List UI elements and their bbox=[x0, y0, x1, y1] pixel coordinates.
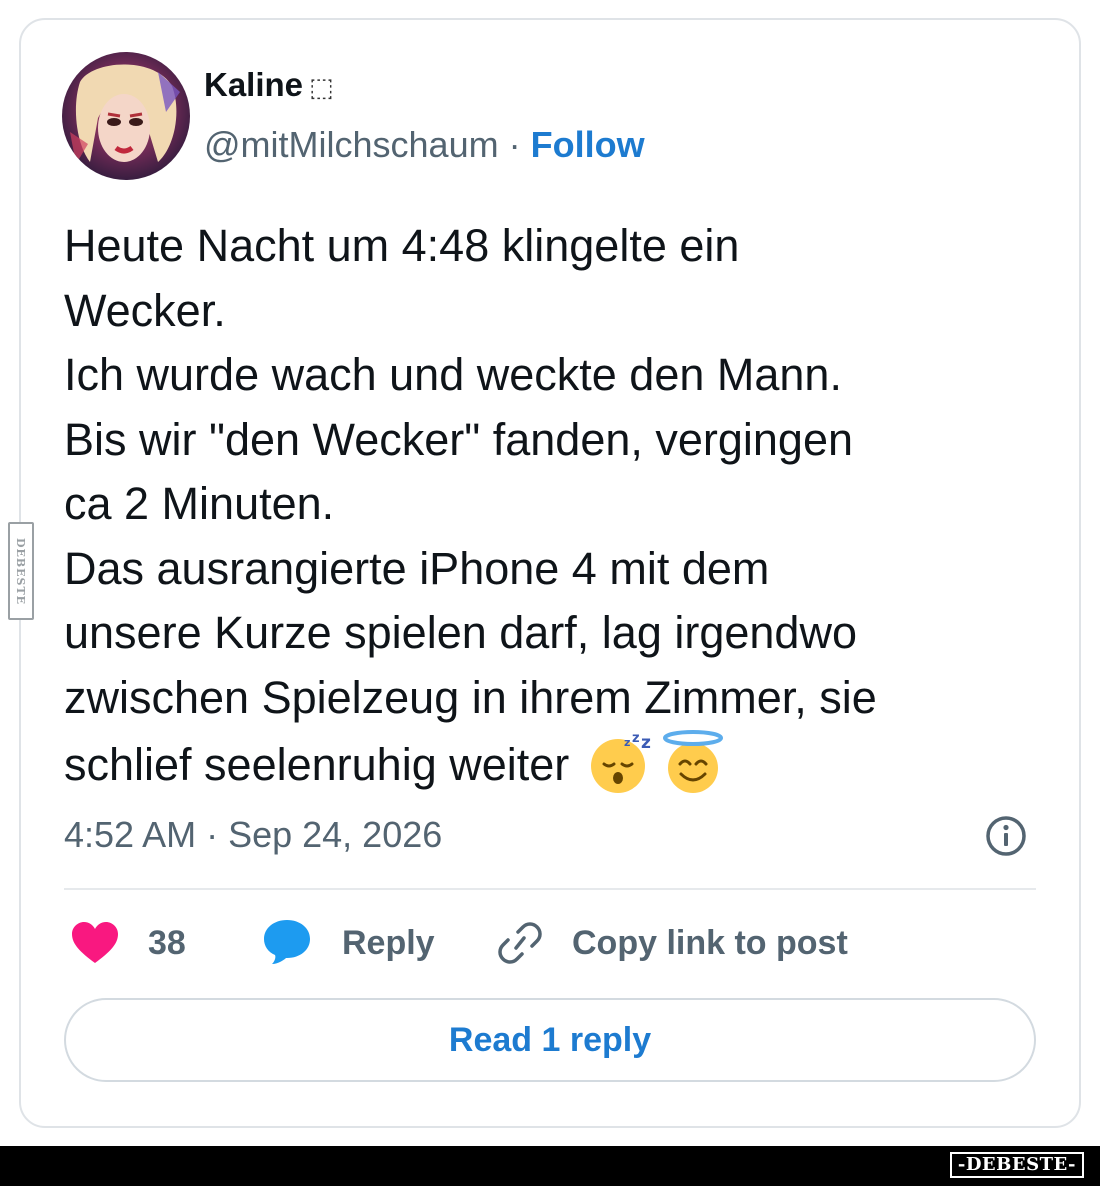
footer-bar: -DEBESTE- bbox=[0, 1146, 1100, 1186]
post-timestamp[interactable]: 4:52 AM · Sep 24, 2026 bbox=[64, 814, 442, 856]
post-text-line: zwischen Spielzeug in ihrem Zimmer, sie bbox=[64, 671, 877, 723]
like-count: 38 bbox=[148, 924, 186, 962]
svg-text:z: z bbox=[632, 731, 640, 746]
follow-link[interactable]: Follow bbox=[531, 124, 645, 165]
avatar-image bbox=[62, 52, 190, 180]
copy-link-button[interactable]: Copy link to post bbox=[496, 918, 876, 968]
post-text-last-line: schlief seelenruhig weiter z z z bbox=[64, 730, 1054, 798]
svg-text:z: z bbox=[641, 733, 651, 753]
handle-separator: · bbox=[508, 124, 521, 165]
smiling-face-with-halo-emoji-icon bbox=[660, 730, 726, 794]
divider bbox=[64, 888, 1036, 890]
copy-link-label: Copy link to post bbox=[572, 924, 848, 962]
sleeping-face-emoji-icon: z z z bbox=[586, 730, 656, 794]
author-avatar[interactable] bbox=[62, 52, 190, 180]
post-text-line: Wecker. bbox=[64, 284, 226, 336]
post-text-line: Heute Nacht um 4:48 klingelte ein bbox=[64, 220, 740, 271]
like-button[interactable]: 38 bbox=[70, 918, 210, 968]
read-replies-label: Read 1 reply bbox=[448, 1020, 652, 1059]
read-replies-button[interactable]: Read 1 reply bbox=[64, 998, 1036, 1082]
author-handle-row: @mitMilchschaum · Follow bbox=[204, 124, 645, 166]
reply-button[interactable]: Reply bbox=[262, 918, 452, 968]
svg-text:z: z bbox=[624, 736, 630, 749]
post-text-line: ca 2 Minuten. bbox=[64, 478, 335, 529]
reply-label: Reply bbox=[342, 924, 435, 962]
heart-icon bbox=[70, 920, 120, 975]
link-icon bbox=[496, 920, 544, 975]
post-text-line: Ich wurde wach und weckte den Mann. bbox=[64, 349, 842, 400]
post-text-line: Das ausrangierte iPhone 4 mit dem bbox=[64, 542, 770, 594]
author-display-name[interactable]: Kaline ⬚ bbox=[204, 66, 334, 104]
footer-watermark-logo: -DEBESTE- bbox=[949, 1152, 1084, 1178]
side-watermark: DEBESTE bbox=[8, 522, 34, 620]
author-name-text: Kaline bbox=[204, 66, 304, 103]
name-emoji-icon: ⬚ bbox=[309, 72, 334, 102]
reply-bubble-icon bbox=[262, 918, 312, 975]
post-text-line: schlief seelenruhig weiter bbox=[64, 739, 570, 790]
post-text-line: unsere Kurze spielen darf, lag irgendwo bbox=[64, 607, 857, 658]
side-watermark-text: DEBESTE bbox=[14, 537, 28, 605]
page: Kaline ⬚ @mitMilchschaum · Follow Heute N… bbox=[0, 0, 1100, 1186]
post-text: Heute Nacht um 4:48 klingelte ein Wecker… bbox=[64, 214, 1054, 798]
author-handle[interactable]: @mitMilchschaum bbox=[204, 124, 499, 165]
info-icon[interactable] bbox=[984, 814, 1028, 858]
post-text-line: Bis wir "den Wecker" fanden, vergingen bbox=[64, 413, 854, 465]
